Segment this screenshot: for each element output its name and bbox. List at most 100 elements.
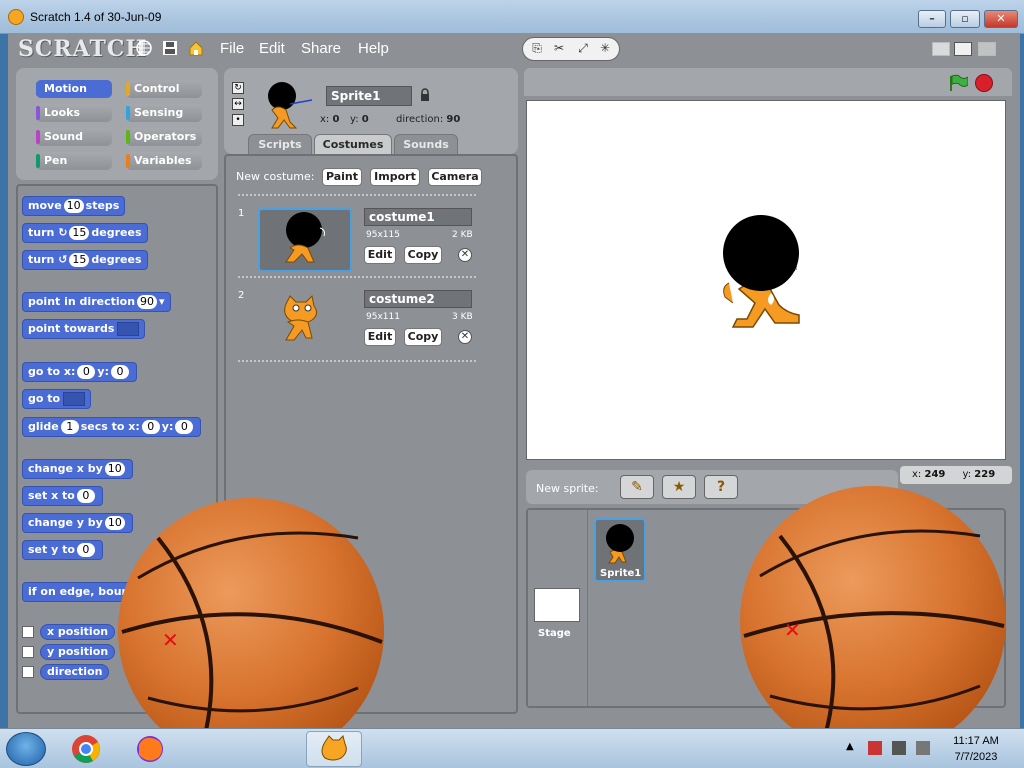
sprite1-on-stage[interactable] — [713, 211, 823, 341]
surprise-sprite-icon[interactable]: ? — [704, 475, 738, 499]
costume1-edit-button[interactable]: Edit — [364, 246, 396, 264]
new-costume-label: New costume: — [236, 170, 315, 183]
menu-share[interactable]: Share — [301, 40, 341, 57]
category-operators[interactable]: Operators — [126, 128, 202, 146]
delete-scissors-icon[interactable]: ✂ — [551, 41, 567, 57]
block-glide[interactable]: glide 1 secs to x: 0 y: 0 — [22, 417, 202, 437]
scratch-taskbar-icon[interactable] — [306, 731, 362, 767]
sprite1-tile[interactable]: Sprite1 — [594, 518, 646, 582]
block-turn-right[interactable]: turn ↻ 15 degrees — [22, 223, 148, 243]
costume2-name-field[interactable]: costume2 — [364, 290, 472, 308]
costume1-copy-button[interactable]: Copy — [404, 246, 442, 264]
reporter-direction[interactable]: direction — [40, 664, 110, 680]
stop-button[interactable] — [975, 74, 993, 92]
chrome-taskbar-icon[interactable] — [58, 731, 114, 767]
firefox-taskbar-icon[interactable] — [122, 731, 178, 767]
costume2-image — [284, 294, 318, 341]
network-icon[interactable] — [892, 741, 906, 755]
clock-date: 7/7/2023 — [954, 751, 998, 763]
red-x-marker: ✕ — [784, 618, 801, 642]
grow-icon[interactable]: ⤢ — [575, 41, 591, 57]
block-point-towards[interactable]: point towards — [22, 319, 146, 339]
paint-button[interactable]: Paint — [322, 168, 362, 186]
costume2-edit-button[interactable]: Edit — [364, 328, 396, 346]
volume-icon[interactable] — [916, 741, 930, 755]
dropdown-icon — [117, 322, 140, 336]
green-flag-icon[interactable] — [948, 74, 968, 92]
block-move-steps[interactable]: move 10 steps — [22, 196, 126, 216]
stage-thumbnail[interactable] — [534, 588, 580, 622]
system-clock[interactable]: 11:17 AM 7/7/2023 — [940, 733, 1012, 765]
shrink-icon[interactable]: ✳ — [597, 41, 613, 57]
costume2-delete-icon[interactable]: ✕ — [458, 330, 472, 344]
block-change-x[interactable]: change x by 10 — [22, 459, 133, 479]
camera-button[interactable]: Camera — [428, 168, 482, 186]
block-set-y[interactable]: set y to 0 — [22, 540, 103, 560]
normal-stage-mode-button[interactable] — [954, 42, 972, 56]
sprite-y-readout: y: 0 — [350, 114, 369, 125]
rotate-flip-icon[interactable]: ↔ — [232, 98, 244, 110]
share-icon[interactable] — [188, 40, 204, 56]
category-control[interactable]: Control — [126, 80, 202, 98]
menu-edit[interactable]: Edit — [259, 40, 285, 57]
menubar: SCRATCH File Edit Share Help ⎘ ✂ ⤢ ✳ — [8, 34, 1020, 64]
maximize-button[interactable]: ▫ — [950, 10, 980, 28]
rotate-free-icon[interactable]: ↻ — [232, 82, 244, 94]
costume1-thumbnail[interactable] — [258, 208, 352, 272]
block-go-to[interactable]: go to — [22, 389, 92, 409]
lock-icon[interactable] — [420, 88, 430, 102]
stage-selector[interactable]: Stage — [528, 510, 588, 706]
import-button[interactable]: Import — [370, 168, 420, 186]
block-turn-left[interactable]: turn ↺ 15 degrees — [22, 250, 148, 270]
category-motion[interactable]: Motion — [36, 80, 112, 98]
rotate-none-icon[interactable]: • — [232, 114, 244, 126]
block-point-in-direction[interactable]: point in direction 90 ▾ — [22, 292, 171, 312]
action-center-icon[interactable] — [868, 741, 882, 755]
costume1-delete-icon[interactable]: ✕ — [458, 248, 472, 262]
costume2-thumbnail[interactable] — [258, 290, 352, 354]
category-sound[interactable]: Sound — [36, 128, 112, 146]
block-set-x[interactable]: set x to 0 — [22, 486, 103, 506]
scratch-app-icon — [8, 9, 24, 25]
scratch-logo: SCRATCH — [18, 36, 148, 62]
small-stage-mode-button[interactable] — [932, 42, 950, 56]
checkbox-x-position[interactable] — [22, 626, 34, 638]
checkbox-direction[interactable] — [22, 666, 34, 678]
close-button[interactable]: ✕ — [984, 10, 1018, 28]
reporter-x-position[interactable]: x position — [40, 624, 116, 640]
minimize-button[interactable]: – — [918, 10, 946, 28]
costume2-copy-button[interactable]: Copy — [404, 328, 442, 346]
dropdown-icon — [63, 392, 86, 406]
tab-costumes[interactable]: Costumes — [314, 134, 392, 154]
duplicate-icon[interactable]: ⎘ — [529, 41, 545, 57]
presentation-mode-button[interactable] — [978, 42, 996, 56]
save-icon[interactable] — [162, 40, 178, 56]
reporter-y-position[interactable]: y position — [40, 644, 116, 660]
tab-scripts[interactable]: Scripts — [248, 134, 312, 154]
sprite-x-readout: x: 0 — [320, 114, 340, 125]
tray-expand-icon[interactable]: ▲ — [846, 741, 860, 755]
turn-right-icon: ↻ — [58, 226, 68, 239]
menu-file[interactable]: File — [220, 40, 244, 57]
category-pen[interactable]: Pen — [36, 152, 112, 170]
globe-icon[interactable] — [136, 40, 152, 56]
paint-new-sprite-icon[interactable]: ✎ — [620, 475, 654, 499]
start-button[interactable] — [6, 732, 46, 766]
divider — [238, 276, 476, 278]
clock-time: 11:17 AM — [953, 735, 999, 747]
choose-new-sprite-icon[interactable]: ★ — [662, 475, 696, 499]
costume1-name-field[interactable]: costume1 — [364, 208, 472, 226]
block-change-y[interactable]: change y by 10 — [22, 513, 133, 533]
checkbox-y-position[interactable] — [22, 646, 34, 658]
window-titlebar: Scratch 1.4 of 30-Jun-09 – ▫ ✕ — [0, 0, 1024, 34]
divider — [238, 194, 476, 196]
menu-help[interactable]: Help — [358, 40, 389, 57]
block-go-to-xy[interactable]: go to x: 0 y: 0 — [22, 362, 137, 382]
stage-canvas[interactable] — [526, 100, 1006, 460]
sprite-name-field[interactable]: Sprite1 — [326, 86, 412, 106]
category-looks[interactable]: Looks — [36, 104, 112, 122]
costume2-size: 95x111 — [366, 312, 400, 322]
category-variables[interactable]: Variables — [126, 152, 202, 170]
tab-sounds[interactable]: Sounds — [394, 134, 458, 154]
category-sensing[interactable]: Sensing — [126, 104, 202, 122]
